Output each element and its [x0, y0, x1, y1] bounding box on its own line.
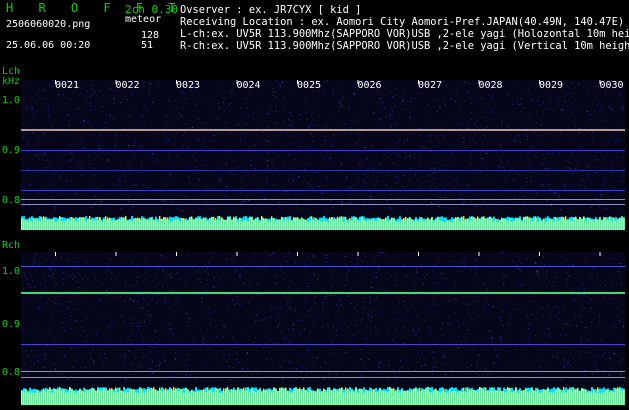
rch-tick-1-0: 1.0	[2, 266, 21, 277]
time-tick-0027: 0027	[418, 80, 443, 91]
rch-tick-0-8: 0.8	[2, 367, 21, 378]
lch-tick-0-8: 0.8	[2, 195, 21, 206]
time-tick-0025: 0025	[297, 80, 322, 91]
time-tick-0030: 0030	[599, 80, 624, 91]
time-tick-0023: 0023	[176, 80, 201, 91]
lch-tick-1-0: 1.0	[2, 95, 21, 106]
rch-spectrogram	[21, 252, 625, 405]
location-line: Receiving Location : ex. Aomori City Aom…	[180, 16, 625, 28]
rch-tick-0-9: 0.9	[2, 319, 21, 330]
datetime-label: 25.06.06 00:20	[6, 40, 91, 51]
filename-label: 2506060020.png	[6, 19, 91, 30]
time-tick-0022: 0022	[115, 80, 140, 91]
time-tick-0021: 0021	[55, 80, 80, 91]
rch-label: Rch	[2, 240, 21, 251]
time-tick-0024: 0024	[236, 80, 261, 91]
lch-spectrogram	[21, 80, 625, 232]
lch-tick-0-9: 0.9	[2, 145, 21, 156]
time-tick-0029: 0029	[539, 80, 564, 91]
level-r-value: 51	[141, 40, 154, 51]
mode-label: meteor	[125, 14, 162, 25]
lch-unit: kHz	[2, 76, 21, 87]
observer-line: Ovserver : ex. JR7CYX [ kid ]	[180, 4, 362, 16]
station-info: Ovserver : ex. JR7CYX [ kid ] Receiving …	[180, 4, 629, 52]
time-tick-0028: 0028	[478, 80, 503, 91]
lch-line: L-ch:ex. UV5R 113.900Mhz(SAPPORO VOR)USB…	[180, 28, 629, 40]
rch-line: R-ch:ex. UV5R 113.900Mhz(SAPPORO VOR)USB…	[180, 40, 629, 52]
time-tick-0026: 0026	[357, 80, 382, 91]
